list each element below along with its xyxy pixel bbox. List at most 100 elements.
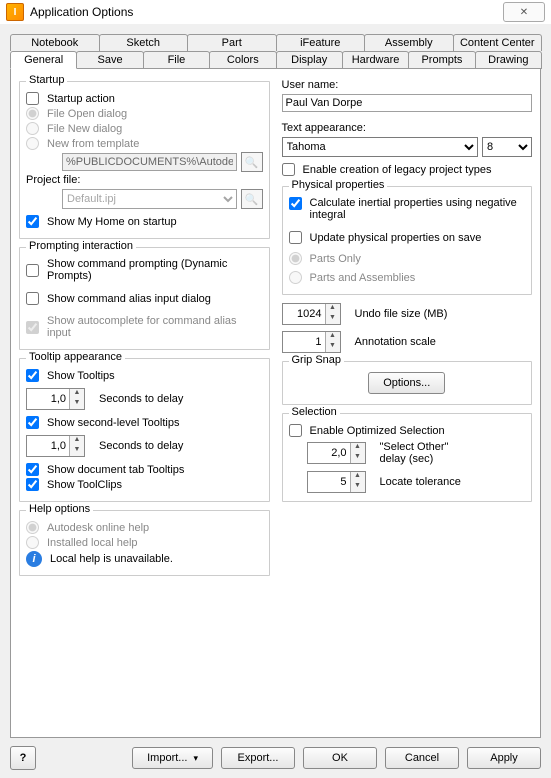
show-home-checkbox[interactable]: Show My Home on startup: [26, 215, 263, 228]
tab-hardware[interactable]: Hardware: [342, 51, 409, 69]
help-unavailable-label: Local help is unavailable.: [50, 553, 173, 565]
select-other-input[interactable]: [308, 443, 350, 463]
toolclips-checkbox[interactable]: Show ToolClips: [26, 478, 263, 491]
show-tooltips-cb[interactable]: [26, 369, 39, 382]
alias-checkbox[interactable]: Show command alias input dialog: [26, 292, 263, 305]
spinner-up-icon[interactable]: ▲: [351, 472, 365, 482]
tab-display[interactable]: Display: [276, 51, 343, 69]
tooltip-delay1-spinner[interactable]: ▲▼: [26, 388, 85, 410]
legend-gripsnap: Grip Snap: [289, 354, 345, 366]
tab-sketch[interactable]: Sketch: [99, 34, 189, 51]
second-level-cb[interactable]: [26, 416, 39, 429]
tab-general[interactable]: General: [10, 51, 77, 69]
legacy-project-checkbox[interactable]: Enable creation of legacy project types: [282, 163, 533, 176]
toolclips-cb[interactable]: [26, 478, 39, 491]
autocomplete-label: Show autocomplete for command alias inpu…: [47, 315, 263, 339]
tab-ifeature[interactable]: iFeature: [276, 34, 366, 51]
second-level-label: Show second-level Tooltips: [47, 417, 179, 429]
spinner-down-icon[interactable]: ▼: [326, 314, 340, 324]
tab-part[interactable]: Part: [187, 34, 277, 51]
spinner-up-icon[interactable]: ▲: [326, 304, 340, 314]
legacy-project-label: Enable creation of legacy project types: [303, 164, 492, 176]
cancel-button[interactable]: Cancel: [385, 747, 459, 769]
tooltip-delay1-row: ▲▼ Seconds to delay: [26, 388, 263, 410]
tab-panel-general: Startup Startup action File Open dialog …: [10, 68, 541, 738]
startup-action-checkbox[interactable]: Startup action: [26, 92, 263, 105]
show-home-cb[interactable]: [26, 215, 39, 228]
new-template-rb: [26, 137, 39, 150]
text-appearance-label: Text appearance:: [282, 122, 533, 134]
spinner-down-icon[interactable]: ▼: [351, 453, 365, 463]
update-physical-cb[interactable]: [289, 231, 302, 244]
parts-asm-rb: [289, 271, 302, 284]
ok-button[interactable]: OK: [303, 747, 377, 769]
optimized-selection-label: Enable Optimized Selection: [310, 425, 445, 437]
locate-input[interactable]: [308, 472, 350, 492]
tab-prompts[interactable]: Prompts: [408, 51, 475, 69]
user-name-input[interactable]: [282, 94, 533, 112]
window-title: Application Options: [30, 5, 133, 19]
group-help: Help options Autodesk online help Instal…: [19, 510, 270, 576]
parts-asm-radio: Parts and Assemblies: [289, 271, 526, 284]
dialog-body: Notebook Sketch Part iFeature Assembly C…: [0, 24, 551, 778]
spinner-up-icon[interactable]: ▲: [326, 332, 340, 342]
show-tooltips-checkbox[interactable]: Show Tooltips: [26, 369, 263, 382]
calc-inertial-checkbox[interactable]: Calculate inertial properties using nega…: [289, 197, 526, 221]
export-button[interactable]: Export...: [221, 747, 295, 769]
import-button[interactable]: Import...: [132, 747, 213, 769]
cmd-prompting-cb[interactable]: [26, 264, 39, 277]
spinner-down-icon[interactable]: ▼: [326, 342, 340, 352]
tooltip-delay2-input[interactable]: [27, 436, 69, 456]
tab-notebook[interactable]: Notebook: [10, 34, 100, 51]
new-template-label: New from template: [47, 138, 139, 150]
locate-spinner[interactable]: ▲▼: [307, 471, 366, 493]
spinner-down-icon[interactable]: ▼: [70, 446, 84, 456]
spinner-up-icon[interactable]: ▲: [351, 443, 365, 453]
tab-drawing[interactable]: Drawing: [475, 51, 542, 69]
tooltip-delay1-input[interactable]: [27, 389, 69, 409]
font-select[interactable]: Tahoma: [282, 137, 479, 157]
legend-startup: Startup: [26, 74, 67, 86]
font-size-select[interactable]: 8: [482, 137, 532, 157]
spinner-down-icon[interactable]: ▼: [351, 482, 365, 492]
doc-tab-tooltips-checkbox[interactable]: Show document tab Tooltips: [26, 463, 263, 476]
legacy-project-cb[interactable]: [282, 163, 295, 176]
tab-assembly[interactable]: Assembly: [364, 34, 454, 51]
right-column: User name: Text appearance: Tahoma 8 Ena…: [282, 77, 533, 584]
apply-button[interactable]: Apply: [467, 747, 541, 769]
project-browse-button: 🔍: [241, 189, 263, 209]
close-icon[interactable]: ✕: [503, 2, 545, 22]
doc-tab-tooltips-cb[interactable]: [26, 463, 39, 476]
tab-file[interactable]: File: [143, 51, 210, 69]
optimized-selection-cb[interactable]: [289, 424, 302, 437]
autocomplete-cb: [26, 321, 39, 334]
spinner-down-icon[interactable]: ▼: [70, 399, 84, 409]
autocomplete-checkbox: Show autocomplete for command alias inpu…: [26, 315, 263, 339]
undo-input[interactable]: [283, 304, 325, 324]
parts-only-label: Parts Only: [310, 253, 361, 265]
alias-cb[interactable]: [26, 292, 39, 305]
startup-action-cb[interactable]: [26, 92, 39, 105]
spinner-up-icon[interactable]: ▲: [70, 436, 84, 446]
alias-label: Show command alias input dialog: [47, 293, 211, 305]
anno-input[interactable]: [283, 332, 325, 352]
cmd-prompting-checkbox[interactable]: Show command prompting (Dynamic Prompts): [26, 258, 263, 282]
anno-spinner[interactable]: ▲▼: [282, 331, 341, 353]
tooltip-delay2-spinner[interactable]: ▲▼: [26, 435, 85, 457]
group-tooltip: Tooltip appearance Show Tooltips ▲▼ Seco…: [19, 358, 270, 502]
gripsnap-options-button[interactable]: Options...: [368, 372, 445, 394]
dialog-footer: ? Import... Export... OK Cancel Apply: [10, 746, 541, 770]
select-other-spinner[interactable]: ▲▼: [307, 442, 366, 464]
locate-row: ▲▼ Locate tolerance: [307, 471, 526, 493]
undo-row: ▲▼ Undo file size (MB): [282, 303, 533, 325]
update-physical-checkbox[interactable]: Update physical properties on save: [289, 231, 526, 244]
undo-spinner[interactable]: ▲▼: [282, 303, 341, 325]
optimized-selection-checkbox[interactable]: Enable Optimized Selection: [289, 424, 526, 437]
help-button[interactable]: ?: [10, 746, 36, 770]
tab-colors[interactable]: Colors: [209, 51, 276, 69]
tab-save[interactable]: Save: [76, 51, 143, 69]
second-level-checkbox[interactable]: Show second-level Tooltips: [26, 416, 263, 429]
calc-inertial-cb[interactable]: [289, 197, 302, 210]
spinner-up-icon[interactable]: ▲: [70, 389, 84, 399]
tab-content-center[interactable]: Content Center: [453, 34, 543, 51]
